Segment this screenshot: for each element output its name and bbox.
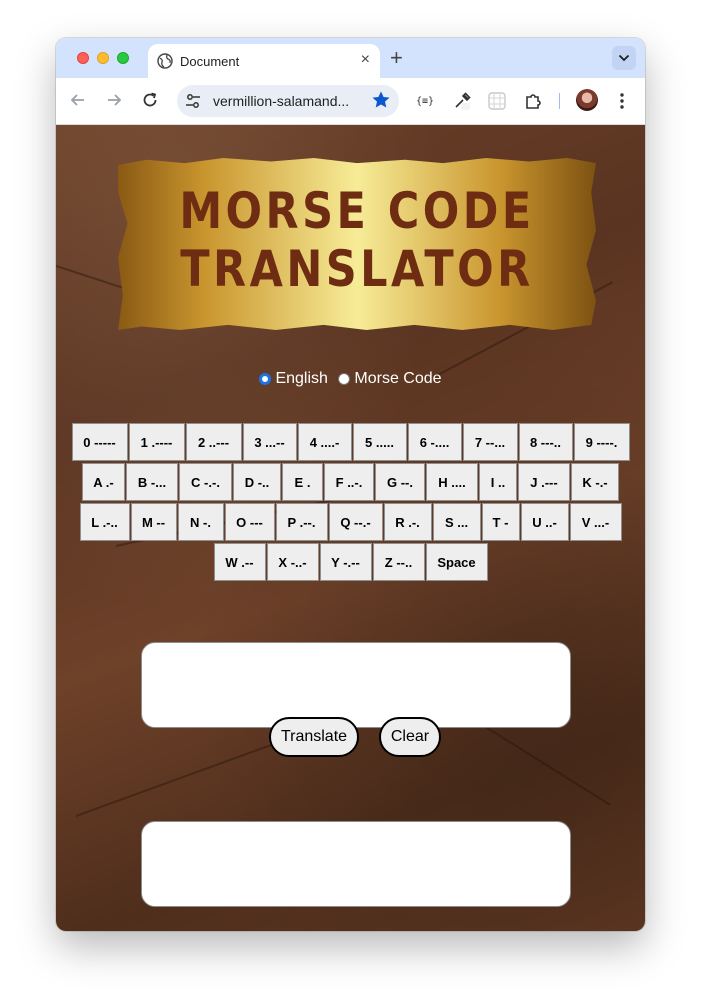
key-4[interactable]: 4 ....- <box>297 423 352 461</box>
code-extension-label: {≡} <box>415 95 435 107</box>
key-i[interactable]: I .. <box>479 463 517 501</box>
tab-document[interactable]: Document × <box>148 44 380 78</box>
key-9[interactable]: 9 ----. <box>573 423 630 461</box>
key-1[interactable]: 1 .---- <box>128 423 185 461</box>
translate-button[interactable]: Translate <box>269 717 359 757</box>
keyboard-row-digits: 0 ----- 1 .---- 2 ..--- 3 ...-- 4 ....- … <box>56 423 645 462</box>
morse-code-radio-label: Morse Code <box>354 370 442 387</box>
key-a[interactable]: A .- <box>82 463 125 501</box>
key-5[interactable]: 5 ..... <box>352 423 407 461</box>
key-p[interactable]: P .--. <box>275 503 328 541</box>
key-j[interactable]: J .--- <box>518 463 570 501</box>
key-h[interactable]: H .... <box>426 463 478 501</box>
title-banner: MORSE CODE TRANSLATOR <box>118 158 596 330</box>
mode-selector: English Morse Code <box>56 370 645 390</box>
new-tab-button[interactable]: + <box>390 46 403 70</box>
key-space[interactable]: Space <box>425 543 488 581</box>
more-options-icon[interactable] <box>617 90 627 112</box>
key-k[interactable]: K -.- <box>571 463 619 501</box>
keyboard-row-a-k: A .- B -... C -.-. D -.. E . F ..-. G --… <box>56 463 645 502</box>
puzzle-extensions-icon[interactable] <box>523 91 543 111</box>
title-bar: Document × + <box>56 38 645 78</box>
mode-option-morse[interactable]: Morse Code <box>338 370 442 388</box>
english-radio[interactable] <box>259 373 272 385</box>
globe-icon <box>157 53 173 69</box>
reload-icon[interactable] <box>141 91 159 109</box>
key-e[interactable]: E . <box>282 463 323 501</box>
close-tab-icon[interactable]: × <box>361 50 370 70</box>
address-bar[interactable]: vermillion-salamand... <box>177 85 399 117</box>
close-window-button[interactable] <box>77 52 89 64</box>
key-c[interactable]: C -.-. <box>179 463 232 501</box>
key-3[interactable]: 3 ...-- <box>242 423 297 461</box>
browser-window: Document × + vermillion-salamand... {≡} … <box>56 38 645 931</box>
key-8[interactable]: 8 ---.. <box>518 423 573 461</box>
key-y[interactable]: Y -.-- <box>319 543 372 581</box>
key-u[interactable]: U ..- <box>520 503 569 541</box>
maximize-window-button[interactable] <box>117 52 129 64</box>
code-extension-icon[interactable]: {≡} <box>415 91 435 111</box>
key-o[interactable]: O --- <box>224 503 275 541</box>
profile-avatar[interactable] <box>576 89 598 111</box>
key-2[interactable]: 2 ..--- <box>185 423 242 461</box>
key-7[interactable]: 7 --... <box>462 423 518 461</box>
tab-title: Document <box>180 54 240 69</box>
english-radio-label: English <box>275 370 328 387</box>
key-6[interactable]: 6 -.... <box>407 423 462 461</box>
keyboard-row-w-space: W .-- X -..- Y -.-- Z --.. Space <box>56 543 645 582</box>
key-q[interactable]: Q --.- <box>328 503 383 541</box>
forward-arrow-icon[interactable] <box>105 91 123 109</box>
key-x[interactable]: X -..- <box>266 543 319 581</box>
key-b[interactable]: B -... <box>126 463 178 501</box>
bookmark-star-icon[interactable] <box>371 90 391 110</box>
morse-code-radio[interactable] <box>338 373 351 385</box>
key-m[interactable]: M -- <box>130 503 177 541</box>
morse-keyboard: 0 ----- 1 .---- 2 ..--- 3 ...-- 4 ....- … <box>56 423 645 583</box>
page-title-line-1: MORSE CODE <box>179 182 535 240</box>
clear-button[interactable]: Clear <box>379 717 441 757</box>
key-f[interactable]: F ..-. <box>324 463 374 501</box>
minimize-window-button[interactable] <box>97 52 109 64</box>
key-z[interactable]: Z --.. <box>372 543 425 581</box>
key-l[interactable]: L .-.. <box>79 503 130 541</box>
input-textarea[interactable] <box>141 642 571 728</box>
tab-search-button[interactable] <box>612 46 636 70</box>
grid-extension-icon[interactable] <box>487 91 507 111</box>
key-w[interactable]: W .-- <box>213 543 266 581</box>
keyboard-row-l-v: L .-.. M -- N -. O --- P .--. Q --.- R .… <box>56 503 645 542</box>
key-n[interactable]: N -. <box>177 503 224 541</box>
key-g[interactable]: G --. <box>375 463 425 501</box>
page-content: MORSE CODE TRANSLATOR English Morse Code… <box>56 125 645 931</box>
eyedropper-icon[interactable] <box>452 91 472 111</box>
url-text: vermillion-salamand... <box>213 93 350 109</box>
background-texture <box>75 732 302 817</box>
chevron-down-icon <box>618 54 630 62</box>
site-settings-icon[interactable] <box>185 93 201 109</box>
key-t[interactable]: T - <box>481 503 520 541</box>
mode-option-english[interactable]: English <box>259 370 328 388</box>
key-r[interactable]: R .-. <box>383 503 432 541</box>
back-arrow-icon[interactable] <box>69 91 87 109</box>
key-v[interactable]: V ...- <box>569 503 622 541</box>
key-s[interactable]: S ... <box>432 503 481 541</box>
key-0[interactable]: 0 ----- <box>71 423 128 461</box>
key-d[interactable]: D -.. <box>233 463 281 501</box>
toolbar-divider <box>559 93 560 109</box>
page-title-line-2: TRANSLATOR <box>180 240 534 298</box>
browser-toolbar: vermillion-salamand... {≡} <box>56 78 645 125</box>
page-title: MORSE CODE TRANSLATOR <box>151 182 562 298</box>
output-textarea <box>141 821 571 907</box>
